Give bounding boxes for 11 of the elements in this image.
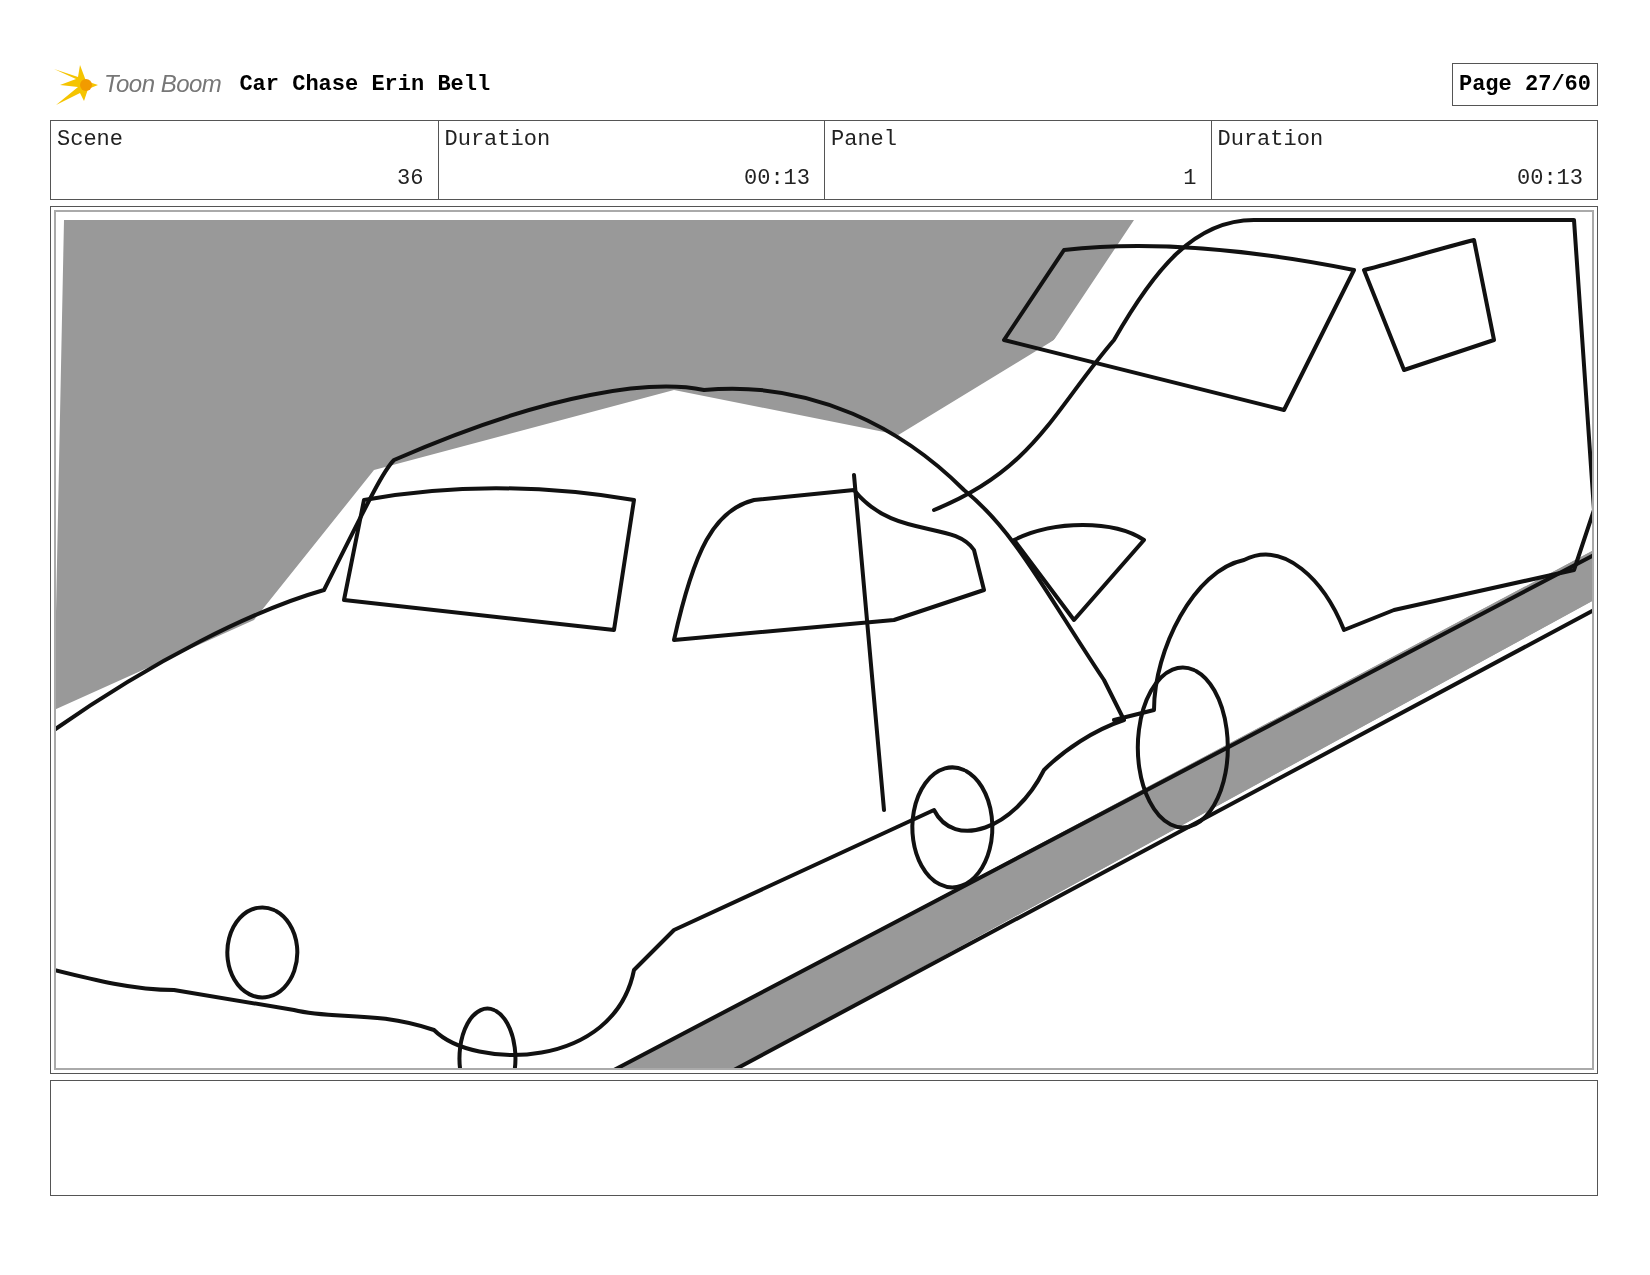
field-label: Scene [57,127,123,152]
field-value: 00:13 [1517,166,1583,191]
page-number: Page 27/60 [1451,62,1598,106]
field-label: Duration [1217,127,1324,152]
storyboard-title: Car Chase Erin Bell [239,71,491,97]
field-value: 36 [397,166,424,191]
logo-text: Toon Boom [104,70,222,98]
field-label: Duration [444,127,551,152]
field-label: Panel [831,127,897,152]
field-value: 1 [1183,166,1197,191]
field-value: 00:13 [744,166,810,191]
